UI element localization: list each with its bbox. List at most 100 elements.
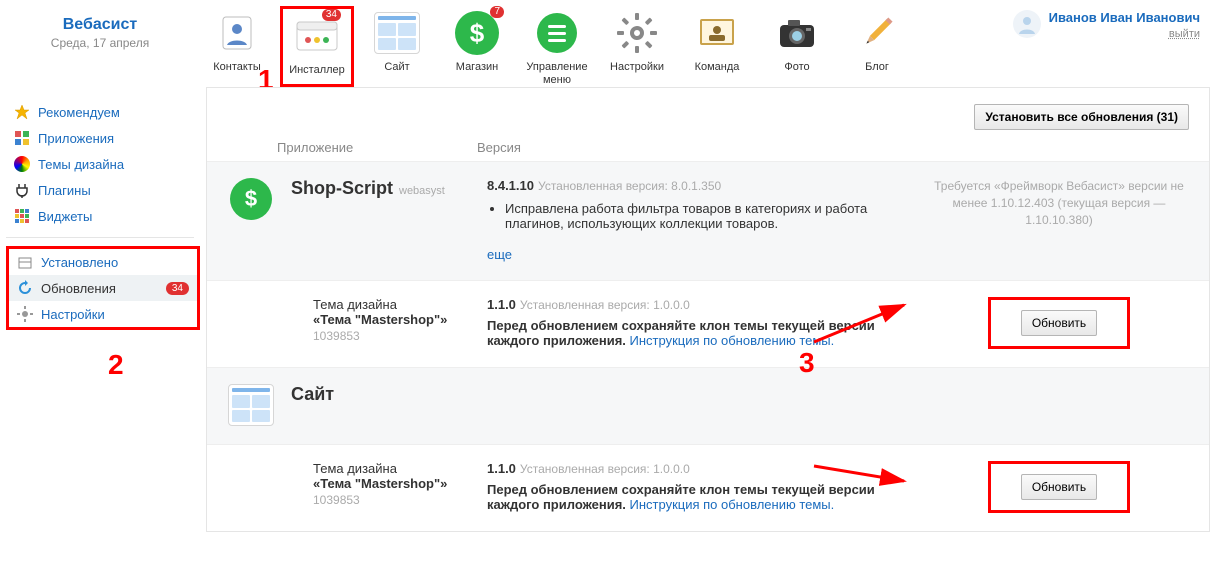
annotation-3: 3 bbox=[799, 347, 815, 379]
sidebar-item-label: Темы дизайна bbox=[38, 157, 124, 172]
update-row-shop: $ Shop-Script webasyst 8.4.1.10 Установлен… bbox=[207, 161, 1209, 280]
theme-prelabel: Тема дизайна bbox=[313, 297, 447, 312]
app-blog[interactable]: Блог bbox=[840, 6, 914, 87]
menu-icon bbox=[530, 9, 584, 57]
release-notes: Исправлена работа фильтра товаров в кате… bbox=[505, 201, 913, 231]
app-label: Настройки bbox=[600, 61, 674, 74]
plug-icon bbox=[14, 182, 30, 198]
col-header-app: Приложение bbox=[277, 140, 477, 155]
theme-code: 1039853 bbox=[313, 329, 447, 343]
update-button[interactable]: Обновить bbox=[1021, 474, 1097, 500]
widgets-icon bbox=[14, 208, 30, 224]
gear-icon bbox=[17, 306, 33, 322]
installed-version: Установленная версия: 1.0.0.0 bbox=[520, 298, 690, 312]
row-icon bbox=[227, 384, 275, 426]
sidebar-item-label: Приложения bbox=[38, 131, 114, 146]
palette-icon bbox=[291, 297, 307, 313]
brand-block: Вебасист Среда, 17 апреля bbox=[0, 6, 200, 50]
app-shop[interactable]: 7 $ Магазин bbox=[440, 6, 514, 87]
sidebar-item-label: Обновления bbox=[41, 281, 116, 296]
sidebar-item-recommend[interactable]: Рекомендуем bbox=[6, 99, 200, 125]
avatar[interactable] bbox=[1013, 10, 1041, 38]
sidebar-item-label: Установлено bbox=[41, 255, 118, 270]
arrow-icon bbox=[809, 297, 919, 347]
sidebar-item-apps[interactable]: Приложения bbox=[6, 125, 200, 151]
theme-name: «Тема "Mastershop"» bbox=[313, 476, 447, 491]
row-vendor: webasyst bbox=[399, 185, 445, 197]
palette-icon bbox=[14, 156, 30, 172]
sidebar-item-widgets[interactable]: Виджеты bbox=[6, 203, 200, 229]
annotation-2: 2 bbox=[108, 349, 124, 381]
app-photo[interactable]: Фото bbox=[760, 6, 834, 87]
app-label: Управление меню bbox=[520, 61, 594, 87]
sidebar-item-updates[interactable]: Обновления 34 bbox=[9, 275, 197, 301]
apps-icon bbox=[14, 130, 30, 146]
site-icon bbox=[370, 9, 424, 57]
camera-icon bbox=[770, 9, 824, 57]
installed-version: Установленная версия: 8.0.1.350 bbox=[538, 179, 721, 193]
theme-instruction-link[interactable]: Инструкция по обновлению темы. bbox=[630, 497, 835, 512]
content-panel: Установить все обновления (31) Приложени… bbox=[206, 87, 1210, 532]
badge-count: 34 bbox=[322, 9, 341, 21]
sidebar-item-label: Плагины bbox=[38, 183, 91, 198]
app-label: Блог bbox=[840, 61, 914, 74]
user-box: Иванов Иван Иванович выйти bbox=[1013, 6, 1206, 40]
box-icon bbox=[17, 254, 33, 270]
sidebar-item-label: Рекомендуем bbox=[38, 105, 120, 120]
update-all-button[interactable]: Установить все обновления (31) bbox=[974, 104, 1189, 130]
badge-count: 7 bbox=[490, 6, 504, 18]
sidebar-item-plugins[interactable]: Плагины bbox=[6, 177, 200, 203]
pencil-icon bbox=[850, 9, 904, 57]
sidebar-item-settings[interactable]: Настройки bbox=[9, 301, 197, 327]
sidebar-item-label: Виджеты bbox=[38, 209, 92, 224]
gear-icon bbox=[610, 9, 664, 57]
sidebar-item-themes[interactable]: Темы дизайна bbox=[6, 151, 200, 177]
update-button[interactable]: Обновить bbox=[1021, 310, 1097, 336]
contacts-icon bbox=[210, 9, 264, 57]
annotation-box: Обновить bbox=[988, 297, 1130, 349]
main-layout: Рекомендуем Приложения Темы дизайна Плаг… bbox=[0, 87, 1214, 542]
app-label: Магазин bbox=[440, 61, 514, 74]
brand-title[interactable]: Вебасист bbox=[0, 16, 200, 34]
theme-code: 1039853 bbox=[313, 493, 447, 507]
logout-link[interactable]: выйти bbox=[1169, 28, 1200, 40]
update-row-theme-2: Тема дизайна «Тема "Mastershop"» 1039853… bbox=[207, 444, 1209, 531]
app-site[interactable]: Сайт bbox=[360, 6, 434, 87]
content-top: Установить все обновления (31) bbox=[207, 88, 1209, 140]
requirement-note: Требуется «Фреймворк Вебасист» версии не… bbox=[929, 178, 1189, 228]
app-label: Фото bbox=[760, 61, 834, 74]
sidebar-item-label: Настройки bbox=[41, 307, 105, 322]
sidebar-group-2: Установлено Обновления 34 Настройки bbox=[6, 246, 200, 330]
app-switcher: Контакты 34 Инсталлер Сайт 7 $ Магазин bbox=[200, 6, 914, 87]
row-icon: $ bbox=[227, 178, 275, 220]
table-header: Приложение Версия bbox=[207, 140, 1209, 161]
user-name-link[interactable]: Иванов Иван Иванович bbox=[1049, 10, 1200, 25]
row-app-name: Shop-Script bbox=[291, 178, 393, 198]
app-team[interactable]: Команда bbox=[680, 6, 754, 87]
theme-prelabel: Тема дизайна bbox=[313, 461, 447, 476]
theme-name: «Тема "Mastershop"» bbox=[313, 312, 447, 327]
sidebar-item-installed[interactable]: Установлено bbox=[9, 249, 197, 275]
app-settings[interactable]: Настройки bbox=[600, 6, 674, 87]
app-menu[interactable]: Управление меню bbox=[520, 6, 594, 87]
col-header-version: Версия bbox=[477, 140, 521, 155]
theme-instruction-link[interactable]: Инструкция по обновлению темы. bbox=[630, 333, 835, 348]
app-installer[interactable]: 34 Инсталлер bbox=[280, 6, 354, 87]
row-app-name: Сайт bbox=[291, 384, 334, 404]
update-row-site-header: Сайт bbox=[207, 367, 1209, 444]
more-link[interactable]: еще bbox=[487, 247, 512, 262]
reload-icon bbox=[17, 280, 33, 296]
release-note: Исправлена работа фильтра товаров в кате… bbox=[505, 201, 913, 231]
brand-date: Среда, 17 апреля bbox=[0, 36, 200, 50]
arrow-icon bbox=[809, 461, 919, 511]
team-icon bbox=[690, 9, 744, 57]
app-header: Вебасист Среда, 17 апреля Контакты 34 Ин… bbox=[0, 0, 1214, 87]
app-label: Инсталлер bbox=[283, 64, 351, 77]
palette-icon bbox=[291, 461, 307, 477]
installed-version: Установленная версия: 1.0.0.0 bbox=[520, 462, 690, 476]
new-version: 1.1.0 bbox=[487, 297, 516, 312]
app-label: Сайт bbox=[360, 61, 434, 74]
new-version: 8.4.1.10 bbox=[487, 178, 534, 193]
update-row-theme-1: Тема дизайна «Тема "Mastershop"» 1039853… bbox=[207, 280, 1209, 367]
star-icon bbox=[14, 104, 30, 120]
